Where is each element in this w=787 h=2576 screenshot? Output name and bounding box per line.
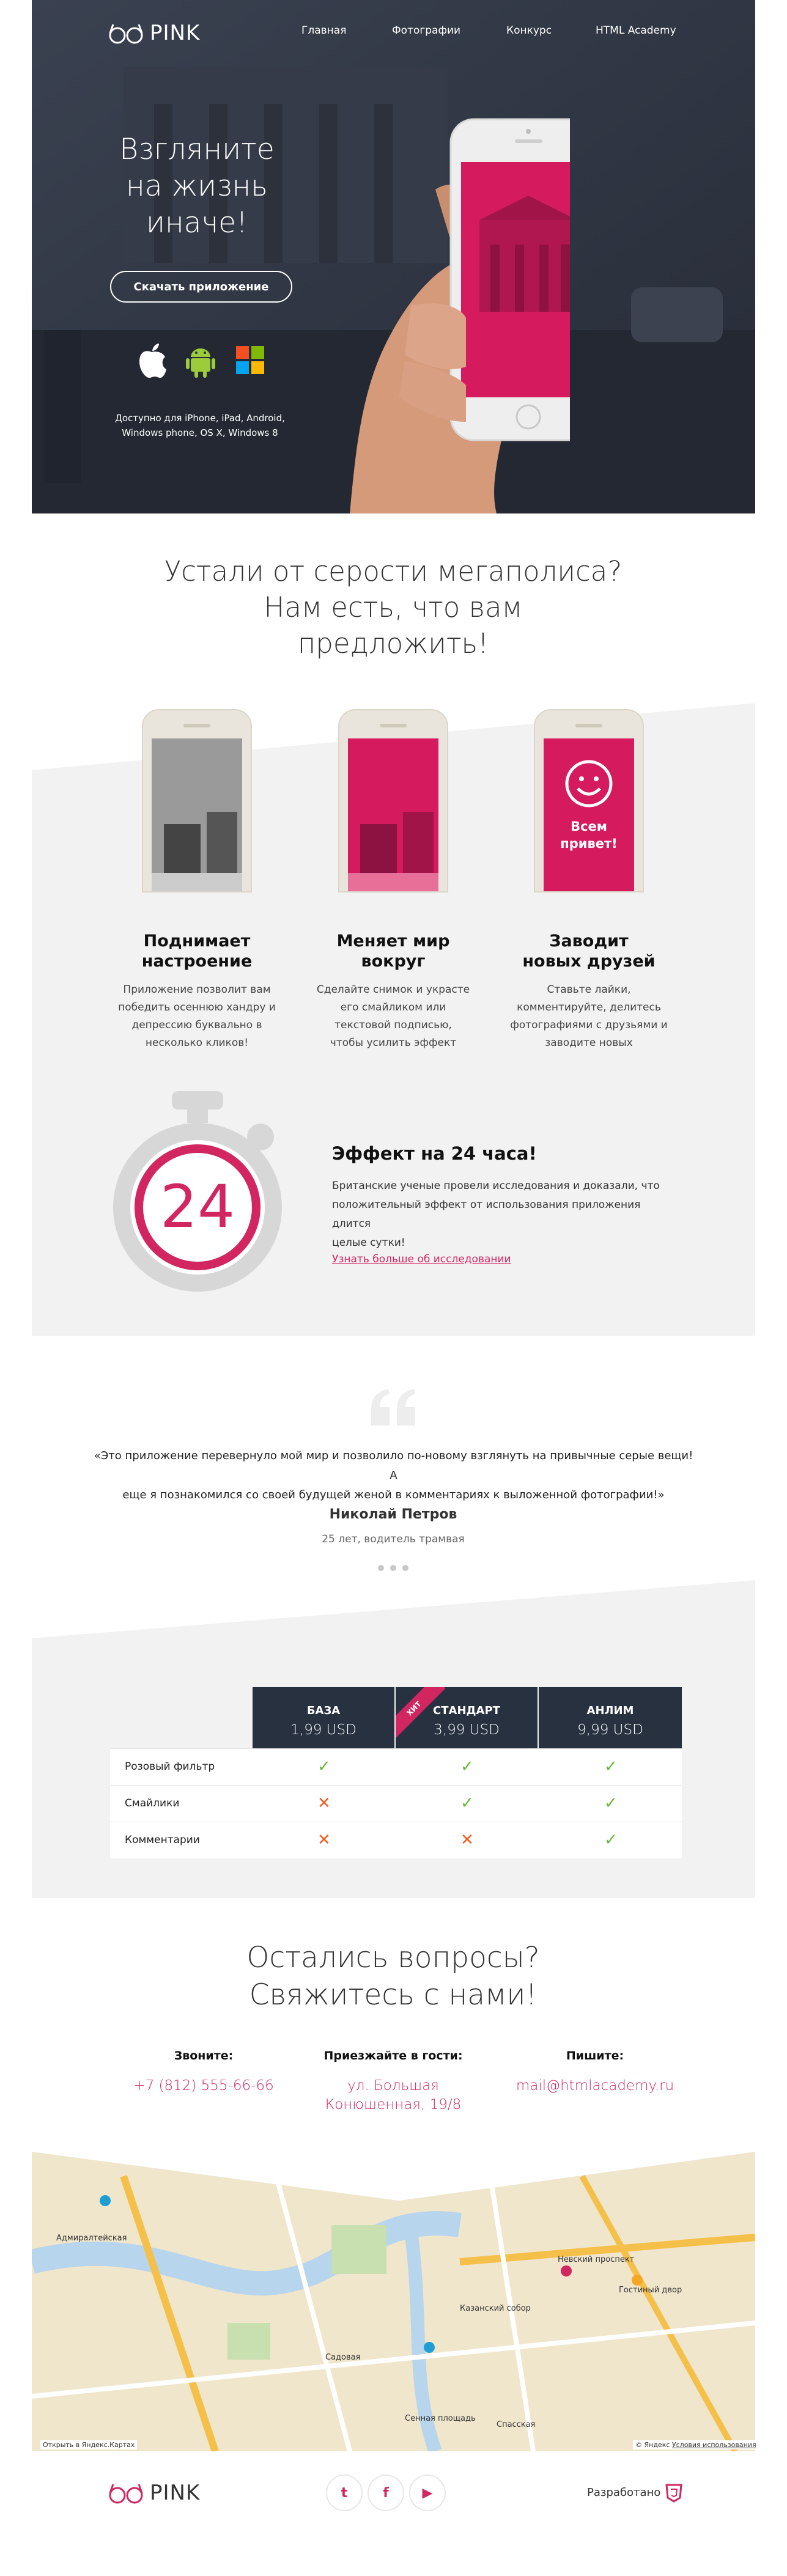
stopwatch-number: 24 [160,1172,235,1241]
contact-phone-title: Звоните: [174,2049,234,2063]
facebook-icon: f [383,2485,389,2501]
hero-section: PINK Главная Фотографии Конкурс HTML Aca… [32,0,755,513]
reviewer-role: 25 лет, водитель трамвая [322,1533,465,1545]
apple-icon[interactable] [136,342,168,379]
youtube-icon: ▶ [422,2485,433,2501]
map-label-5: Садовая [325,2353,360,2362]
plan-header-unlim: АНЛИМ 9,99 USD [539,1687,682,1748]
slider-dot-1[interactable] [378,1565,384,1571]
made-by-text: Разработано [587,2486,661,2499]
feature-title-3: Заводит новых друзей [522,932,656,971]
contact-address-value: ул. Большая Конюшенная, 19/8 [325,2078,462,2113]
contact-phone-value[interactable]: +7 (812) 555-66-66 [112,2077,295,2096]
effect-text: Британские ученые провели исследования и… [332,1180,660,1249]
map-copyright: © Яндекс Условия использования [633,2440,759,2449]
nav-item-contest[interactable]: Конкурс [506,24,552,37]
slider-dot-3[interactable] [402,1565,408,1571]
nav-item-html-academy[interactable]: HTML Academy [596,24,676,37]
glasses-logo-icon [109,24,143,44]
header-logo[interactable]: PINK [108,21,200,45]
plan-header-standard: СТАНДАРТ 3,99 USD ХИТ [396,1687,538,1748]
feature-phone-3: Всем привет! [534,709,644,892]
nav-item-home[interactable]: Главная [301,24,346,37]
glasses-logo-icon [109,2484,143,2504]
city-map[interactable]: Адмиралтейская Невский проспект Сенная п… [32,2140,755,2451]
page: PINK Главная Фотографии Конкурс HTML Aca… [0,0,787,2576]
feature-text-2: Сделайте снимок и украсте его смайликом … [316,984,470,1049]
logo-text: PINK [150,21,201,45]
cross-icon: ✕ [460,1831,474,1849]
twitter-button[interactable]: t [326,2475,363,2511]
intro-title: Устали от серости мегаполиса? Нам есть, … [164,555,623,660]
check-icon: ✓ [604,1757,618,1776]
bw-photo-screen [152,738,242,891]
facebook-button[interactable]: f [368,2475,404,2511]
check-icon: ✓ [604,1831,618,1849]
map-label-7: Казанский собор [460,2304,531,2313]
cross-icon: ✕ [317,1794,331,1812]
nav-item-photos[interactable]: Фотографии [392,24,460,37]
contact-email-title: Пишите: [566,2049,624,2063]
footer-logo[interactable]: PINK [108,2481,200,2505]
twitter-icon: t [341,2485,348,2501]
map-label-2: Невский проспект [558,2255,635,2264]
reviewer-name: Николай Петров [329,1507,457,1522]
feature-label: Розовый фильтр [125,1761,215,1773]
feature-label: Комментарии [125,1834,200,1846]
research-link[interactable]: Узнать больше об исследовании [332,1253,511,1265]
table-row: Смайлики ✕ ✓ ✓ [110,1785,682,1822]
check-icon: ✓ [604,1794,618,1812]
smiley-icon [565,760,613,808]
plan-header-base: БАЗА 1,99 USD [253,1687,394,1748]
stopwatch-icon: 24 [113,1091,282,1292]
slider-dot-2[interactable] [390,1565,396,1571]
contacts-title: Остались вопросы? Свяжитесь с нами! [246,1941,540,2012]
check-icon: ✓ [460,1794,474,1812]
map-label-3: Сенная площадь [405,2414,476,2423]
quote-icon [371,1389,415,1426]
pink-photo-screen [348,738,438,891]
contact-email-value[interactable]: mail@htmlacademy.ru [503,2077,687,2096]
smiley-caption: Всем привет! [560,819,618,851]
feature-title-2: Меняет мир вокруг [336,932,450,971]
availability-text: Доступно для iPhone, iPad, Android, Wind… [115,413,285,438]
open-in-yandex-link[interactable]: Открыть в Яндекс.Картах [40,2440,138,2449]
check-icon: ✓ [460,1757,474,1776]
feature-label: Смайлики [125,1797,180,1809]
feature-phone-1 [142,709,252,892]
html-academy-logo-icon[interactable] [665,2483,683,2503]
download-app-button[interactable]: Скачать приложение [110,271,292,303]
review-text: «Это приложение перевернуло мой мир и по… [94,1449,693,1501]
map-label-6: Спасская [497,2420,535,2429]
feature-text-1: Приложение позволит вам победить осеннюю… [118,984,276,1049]
hand-with-phone-image [350,118,570,513]
effect-title: Эффект на 24 часа! [332,1143,537,1164]
smiley-photo-screen: Всем привет! [544,738,634,891]
map-label-4: Гостиный двор [619,2286,682,2295]
youtube-button[interactable]: ▶ [409,2475,446,2511]
table-row: Комментарии ✕ ✕ ✓ [110,1822,682,1858]
android-icon[interactable] [186,344,215,378]
windows-icon[interactable] [236,346,264,374]
cross-icon: ✕ [317,1831,331,1849]
hero-title: Взгляните на жизнь иначе! [119,133,275,240]
footer-logo-text: PINK [150,2481,201,2505]
check-icon: ✓ [317,1757,331,1776]
contact-address-title: Приезжайте в гости: [323,2049,463,2063]
map-label-1: Адмиралтейская [56,2234,127,2243]
feature-phone-2 [338,709,448,892]
feature-title-1: Поднимает настроение [141,932,253,971]
table-row: Розовый фильтр ✓ ✓ ✓ [110,1748,682,1785]
feature-text-3: Ставьте лайки, комментируйте, делитесь ф… [510,984,668,1049]
